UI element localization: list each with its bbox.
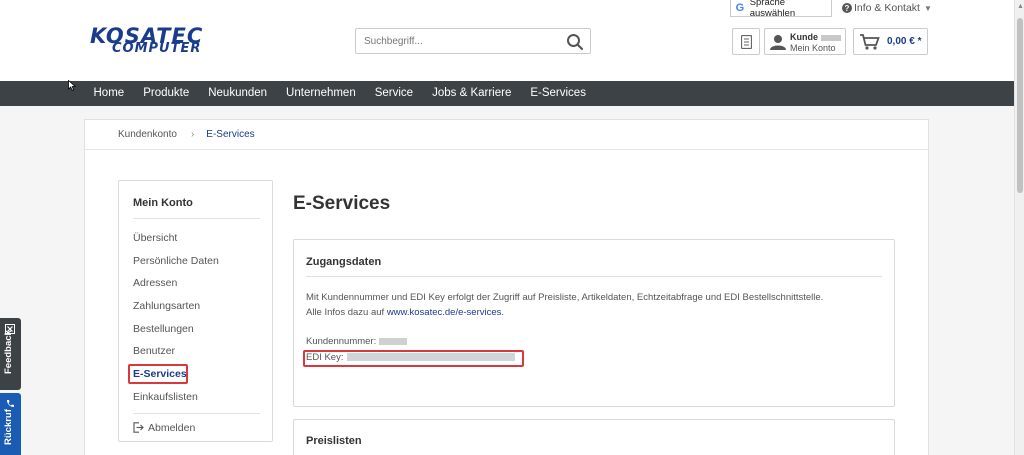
nav-item-service[interactable]: Service (365, 81, 422, 106)
feedback-tab[interactable]: Feedback (0, 318, 21, 390)
language-button-label: Sprache auswählen (749, 0, 796, 19)
account-button[interactable]: Kunde Mein Konto (764, 28, 846, 55)
sidebar-divider (133, 218, 260, 219)
search-icon[interactable] (566, 33, 584, 51)
question-icon: ? (842, 3, 852, 13)
access-data-panel: Zugangsdaten Mit Kundennummer und EDI Ke… (293, 239, 895, 407)
account-name: Kunde (790, 32, 841, 42)
sidebar-logout[interactable]: Abmelden (148, 422, 195, 434)
notes-button[interactable] (732, 28, 760, 55)
info-contact-label: Info & Kontakt (854, 2, 920, 14)
cart-button[interactable]: 0,00 € * (853, 28, 928, 55)
phone-icon (7, 400, 14, 407)
sidebar-item-einkaufslisten[interactable]: Einkaufslisten (133, 391, 198, 403)
highlight-box-edi-key (303, 350, 524, 367)
language-button[interactable]: G Sprache auswählen (730, 0, 832, 19)
logo-text-bottom: COMPUTER (112, 41, 202, 56)
info-contact-link[interactable]: ? Info & Kontakt ▼ (842, 2, 932, 14)
user-icon (770, 35, 786, 50)
sidebar-title: Mein Konto (133, 197, 193, 209)
sidebar-item-uebersicht[interactable]: Übersicht (133, 232, 177, 244)
account-sidebar: Mein Konto Übersicht Persönliche Daten A… (118, 180, 273, 442)
chevron-right-icon: › (190, 129, 195, 140)
logout-icon (133, 422, 144, 433)
panel-title: Zugangsdaten (306, 256, 382, 268)
nav-item-neukunden[interactable]: Neukunden (199, 81, 277, 106)
sidebar-item-bestellungen[interactable]: Bestellungen (133, 323, 194, 335)
nav-item-unternehmen[interactable]: Unternehmen (277, 81, 366, 106)
blurred-customer-name (821, 34, 841, 41)
sidebar-item-adressen[interactable]: Adressen (133, 277, 177, 289)
sidebar-divider (133, 413, 260, 414)
rueckruf-tab[interactable]: Rückruf (0, 393, 21, 455)
account-label: Mein Konto (790, 43, 836, 53)
scroll-up-icon[interactable]: ▲ (1017, 3, 1024, 10)
main-navigation: Home Produkte Neukunden Unternehmen Serv… (0, 81, 1014, 106)
e-services-link[interactable]: www.kosatec.de/e-services. (387, 307, 504, 318)
breadcrumb-kundenkonto[interactable]: Kundenkonto (118, 129, 177, 140)
page-title: E-Services (293, 193, 391, 214)
sidebar-item-persoenliche-daten[interactable]: Persönliche Daten (133, 255, 219, 267)
chevron-down-icon: ▼ (923, 3, 932, 13)
scrollbar-thumb[interactable] (1017, 18, 1023, 193)
google-icon: G (735, 2, 745, 14)
highlight-box-e-services (128, 364, 188, 384)
nav-item-jobs-karriere[interactable]: Jobs & Karriere (423, 81, 521, 106)
site-header: KOSATEC COMPUTER G Sprache auswählen ? I… (0, 0, 1014, 81)
content-area: Kundenkonto › E-Services Mein Konto Über… (84, 119, 929, 455)
price-lists-panel: Preislisten (293, 419, 895, 455)
nav-items: Home Produkte Neukunden Unternehmen Serv… (84, 81, 595, 106)
panel-info-line: Alle Infos dazu auf www.kosatec.de/e-ser… (306, 307, 505, 318)
breadcrumb: Kundenkonto › E-Services (85, 120, 928, 150)
sidebar-item-benutzer[interactable]: Benutzer (133, 345, 175, 357)
nav-item-produkte[interactable]: Produkte (134, 81, 199, 106)
rueckruf-label: Rückruf (3, 409, 14, 445)
customer-number-label: Kundennummer: (306, 336, 377, 347)
nav-item-home[interactable]: Home (84, 81, 134, 106)
customer-number-row: Kundennummer: (306, 336, 408, 347)
feedback-close-icon[interactable] (5, 324, 15, 334)
cart-total: 0,00 € * (887, 36, 922, 47)
panel-description: Mit Kundennummer und EDI Key erfolgt der… (306, 292, 824, 303)
page-scrollbar[interactable]: ▲ (1014, 0, 1024, 455)
notepad-icon (741, 35, 752, 49)
nav-item-e-services[interactable]: E-Services (521, 81, 596, 106)
sidebar-item-zahlungsarten[interactable]: Zahlungsarten (133, 300, 200, 312)
price-lists-title: Preislisten (306, 435, 362, 447)
search-box (355, 28, 591, 54)
cart-icon (860, 34, 880, 50)
feedback-label: Feedback (3, 330, 14, 374)
panel-divider (306, 276, 882, 277)
kosatec-logo[interactable]: KOSATEC COMPUTER (90, 26, 240, 58)
search-input[interactable] (356, 29, 556, 53)
blurred-customer-number (379, 337, 408, 345)
breadcrumb-e-services[interactable]: E-Services (206, 129, 254, 140)
mouse-cursor-icon (68, 80, 76, 91)
